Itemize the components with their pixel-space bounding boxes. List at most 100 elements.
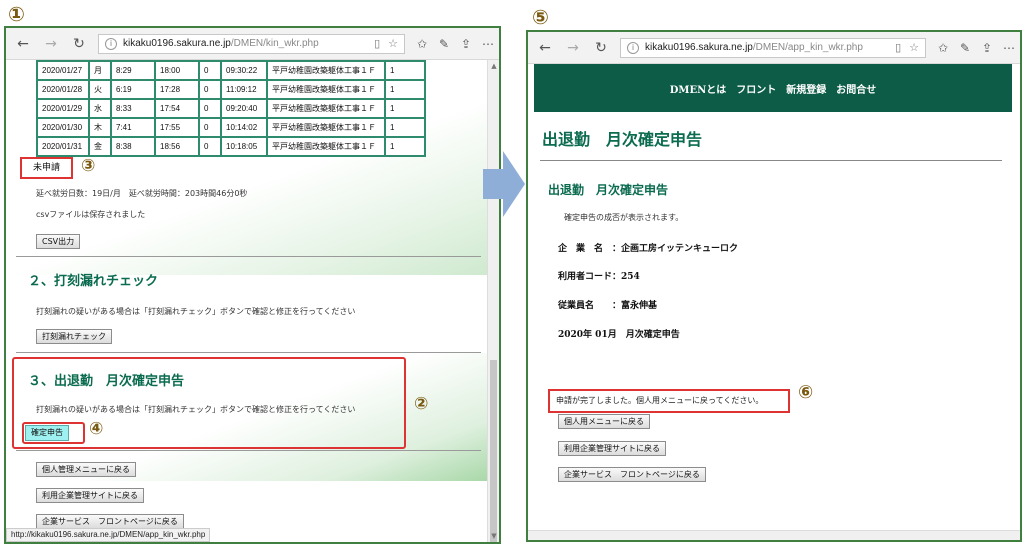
table-cell: 0 <box>198 117 222 138</box>
back-personal-menu-button[interactable]: 個人用メニューに戻る <box>558 414 650 429</box>
divider <box>540 160 1002 161</box>
table-row: 2020/01/29 水 8:33 17:54 0 09:20:40 平戸幼稚園改築躯体工事… <box>36 98 426 119</box>
pen-icon[interactable]: ✎ <box>954 41 976 55</box>
table-cell: 09:20:40 <box>220 98 268 119</box>
company-name: 企 業 名 ：企画工房イッテンキューロク <box>558 244 739 254</box>
confirm-filing-button[interactable]: 確定申告 <box>25 425 69 441</box>
table-cell: 1 <box>384 117 426 138</box>
csv-export-button[interactable]: CSV出力 <box>36 234 81 249</box>
info-icon[interactable]: i <box>105 37 117 50</box>
table-cell: 17:54 <box>154 98 200 119</box>
table-cell: 0 <box>198 60 222 81</box>
forward-icon[interactable]: → <box>562 40 584 56</box>
back-front-page-button[interactable]: 企業サービス フロントページに戻る <box>36 514 184 529</box>
table-cell: 8:29 <box>110 60 156 81</box>
nav-register[interactable]: 新規登録 <box>786 81 826 96</box>
filing-period: 2020年 01月 月次確定申告 <box>558 330 680 340</box>
table-cell: 18:00 <box>154 60 200 81</box>
table-cell: 0 <box>198 136 222 157</box>
pen-icon[interactable]: ✎ <box>433 37 455 51</box>
table-cell: 火 <box>88 79 112 100</box>
divider <box>16 256 481 257</box>
back-icon[interactable]: ← <box>534 40 556 56</box>
favorite-star-icon[interactable]: ☆ <box>388 37 398 50</box>
section3-text: 打刻漏れの疑いがある場合は「打刻漏れチェック」ボタンで確認と修正を行ってください <box>36 405 356 414</box>
marker-3: ③ <box>81 156 96 176</box>
completion-message: 申請が完了しました。個人用メニューに戻ってください。 <box>548 389 790 413</box>
reading-view-icon[interactable]: ▯ <box>895 41 901 54</box>
browser-toolbar: ← → ↻ i kikaku0196.sakura.ne.jp/DMEN/kin… <box>6 28 499 60</box>
table-cell: 1 <box>384 98 426 119</box>
address-bar[interactable]: i kikaku0196.sakura.ne.jp/DMEN/app_kin_w… <box>620 37 926 58</box>
forward-icon[interactable]: → <box>40 36 62 52</box>
back-icon[interactable]: ← <box>12 36 34 52</box>
url-host: kikaku0196.sakura.ne.jp <box>123 38 231 49</box>
section2-text: 打刻漏れの疑いがある場合は「打刻漏れチェック」ボタンで確認と修正を行ってください <box>36 307 356 316</box>
horizontal-scrollbar[interactable] <box>528 530 1020 540</box>
url-host: kikaku0196.sakura.ne.jp <box>645 42 753 53</box>
more-icon[interactable]: ⋯ <box>477 37 499 51</box>
table-cell: 2020/01/28 <box>36 79 90 100</box>
table-cell: 平戸幼稚園改築躯体工事１Ｆ <box>266 79 386 100</box>
more-icon[interactable]: ⋯ <box>998 41 1020 55</box>
employee-name: 従業員名 ：富永伸基 <box>558 301 658 311</box>
info-icon[interactable]: i <box>627 41 639 54</box>
user-code: 利用者コード：254 <box>558 272 640 282</box>
status-badge: 未申請 <box>20 157 73 179</box>
back-front-page-button[interactable]: 企業サービス フロントページに戻る <box>558 467 706 482</box>
status-bar-url: http://kikaku0196.sakura.ne.jp/DMEN/app_… <box>6 528 211 542</box>
table-cell: 金 <box>88 136 112 157</box>
table-cell: 10:18:05 <box>220 136 268 157</box>
punch-check-button[interactable]: 打刻漏れチェック <box>36 329 112 344</box>
nav-front[interactable]: フロント <box>736 81 776 96</box>
scroll-up-icon[interactable]: ▲ <box>488 62 499 70</box>
marker-2: ② <box>414 394 429 414</box>
table-cell: 8:33 <box>110 98 156 119</box>
scroll-down-icon[interactable]: ▼ <box>488 532 499 540</box>
vertical-scrollbar[interactable]: ▲ ▼ <box>487 60 499 542</box>
table-cell: 0 <box>198 79 222 100</box>
divider <box>16 450 481 451</box>
url-path: /DMEN/kin_wkr.php <box>230 38 319 49</box>
table-row: 2020/01/27 月 8:29 18:00 0 09:30:22 平戸幼稚園改築躯体工事… <box>36 60 426 81</box>
share-icon[interactable]: ⇪ <box>455 37 477 51</box>
table-cell: 平戸幼稚園改築躯体工事１Ｆ <box>266 117 386 138</box>
table-row: 2020/01/31 金 8:38 18:56 0 10:18:05 平戸幼稚園改築躯体工事… <box>36 136 426 157</box>
table-cell: 11:09:12 <box>220 79 268 100</box>
marker-6: ⑥ <box>798 382 814 403</box>
nav-contact[interactable]: お問合せ <box>836 81 876 96</box>
result-info-text: 確定申告の成否が表示されます。 <box>564 213 684 222</box>
section3-title: ３、出退勤 月次確定申告 <box>28 374 185 389</box>
favorite-star-icon[interactable]: ☆ <box>909 41 919 54</box>
table-cell: 10:14:02 <box>220 117 268 138</box>
table-cell: 18:56 <box>154 136 200 157</box>
table-cell: 8:38 <box>110 136 156 157</box>
csv-saved-text: csvファイルは保存されました <box>36 210 146 219</box>
table-cell: 17:55 <box>154 117 200 138</box>
transition-arrow-icon <box>483 151 525 217</box>
back-company-site-button[interactable]: 利用企業管理サイトに戻る <box>36 488 144 503</box>
table-cell: 1 <box>384 136 426 157</box>
back-personal-menu-button[interactable]: 個人管理メニューに戻る <box>36 462 136 477</box>
table-cell: 1 <box>384 79 426 100</box>
url-path: /DMEN/app_kin_wkr.php <box>752 42 863 53</box>
marker-5: ⑤ <box>532 5 549 29</box>
reload-icon[interactable]: ↻ <box>590 40 612 56</box>
share-icon[interactable]: ⇪ <box>976 41 998 55</box>
favorites-hub-icon[interactable]: ✩ <box>411 37 433 51</box>
table-cell: 平戸幼稚園改築躯体工事１Ｆ <box>266 136 386 157</box>
marker-1: ① <box>8 2 25 26</box>
scroll-thumb[interactable] <box>490 360 497 542</box>
section-title: 出退勤 月次確定申告 <box>548 183 669 197</box>
table-cell: 6:19 <box>110 79 156 100</box>
table-cell: 17:28 <box>154 79 200 100</box>
reading-view-icon[interactable]: ▯ <box>374 37 380 50</box>
address-bar[interactable]: i kikaku0196.sakura.ne.jp/DMEN/kin_wkr.p… <box>98 33 405 54</box>
reload-icon[interactable]: ↻ <box>68 36 90 52</box>
site-nav-banner: DMENとは フロント 新規登録 お問合せ <box>534 64 1012 112</box>
table-cell: 平戸幼稚園改築躯体工事１Ｆ <box>266 98 386 119</box>
nav-about[interactable]: DMENとは <box>670 81 727 96</box>
table-cell: 7:41 <box>110 117 156 138</box>
back-company-site-button[interactable]: 利用企業管理サイトに戻る <box>558 441 666 456</box>
favorites-hub-icon[interactable]: ✩ <box>932 41 954 55</box>
